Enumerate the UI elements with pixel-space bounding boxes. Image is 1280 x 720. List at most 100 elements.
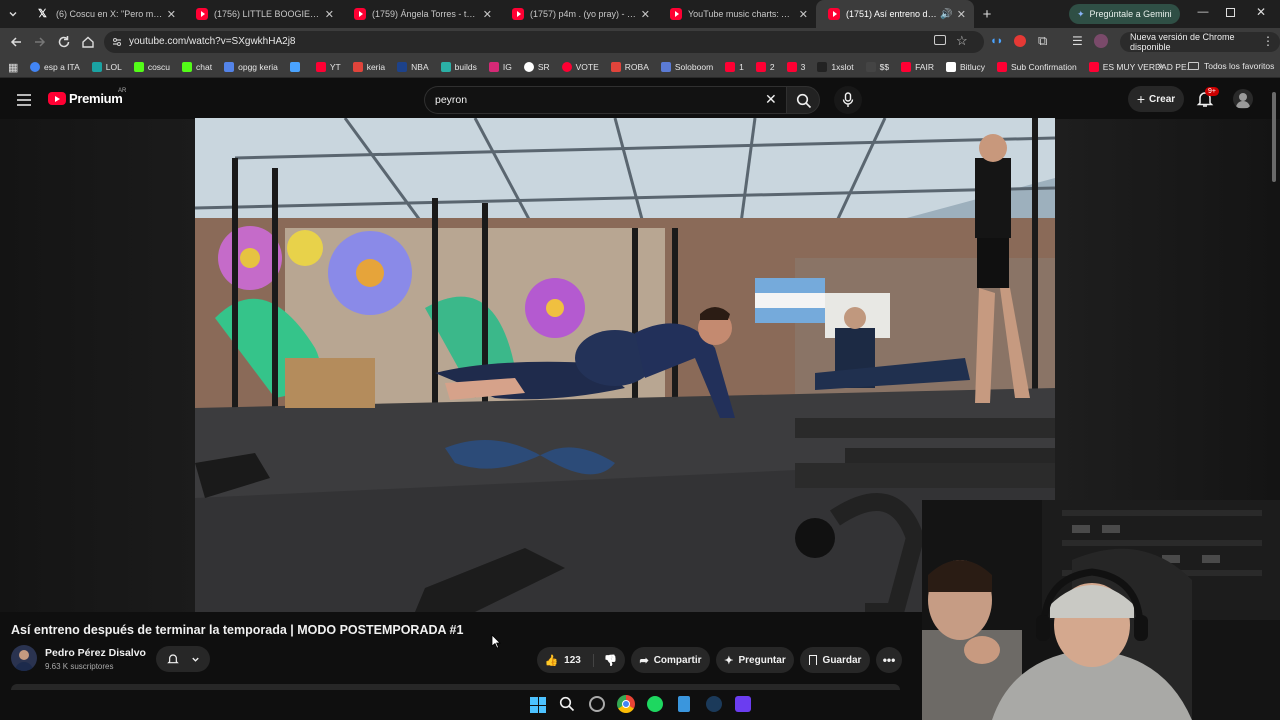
menu-button[interactable] [17, 93, 31, 106]
tab-search-button[interactable] [0, 0, 26, 28]
address-bar[interactable]: youtube.com/watch?v=SXgwkhHA2j8 ☆ [104, 31, 984, 53]
hamburger-icon [17, 94, 31, 106]
url-text[interactable]: youtube.com/watch?v=SXgwkhHA2j8 [129, 36, 295, 47]
close-icon[interactable]: ✕ [641, 8, 650, 21]
close-icon[interactable]: ✕ [325, 8, 334, 21]
app-grid-icon[interactable] [735, 696, 751, 712]
bookmark-item[interactable]: ES MUY VERDAD PE... [1088, 61, 1194, 72]
extension-icon[interactable]: ◖◗ [990, 35, 1003, 47]
bookmark-item[interactable]: Soloboom [660, 61, 713, 72]
new-tab-button[interactable]: + [974, 0, 1000, 28]
reload-button[interactable] [56, 34, 72, 50]
notepad-icon[interactable] [678, 696, 690, 712]
bookmark-item[interactable]: opgg keria [224, 61, 278, 72]
microphone-icon [842, 92, 854, 107]
account-avatar[interactable] [1233, 89, 1253, 109]
bookmark-item[interactable]: ROBA [610, 61, 649, 72]
site-info-icon[interactable] [111, 36, 123, 48]
youtube-icon [354, 8, 366, 20]
forward-button[interactable] [32, 34, 48, 50]
page-scrollbar[interactable] [1271, 84, 1277, 184]
browser-tab[interactable]: 𝕏 (6) Coscu en X: "Pero me quería ✕ [26, 0, 184, 28]
bookmark-label: FAIR [915, 61, 934, 72]
more-bookmarks-icon[interactable]: » [1157, 60, 1163, 72]
bookmark-item[interactable]: 3 [786, 61, 806, 72]
bookmark-item[interactable]: 1 [725, 61, 744, 72]
bookmark-item[interactable]: 1xslot [817, 61, 854, 72]
close-icon[interactable]: ✕ [799, 8, 808, 21]
app-icon[interactable] [589, 696, 605, 712]
steam-icon[interactable] [706, 696, 722, 712]
youtube-logo[interactable]: Premium AR [48, 88, 126, 106]
apps-grid-icon[interactable]: ▦ [8, 61, 18, 74]
bookmark-item[interactable]: esp a ITA [30, 61, 80, 72]
browser-tab[interactable]: (1756) LITTLE BOOGIE & POST ✕ [184, 0, 342, 28]
bookmark-item[interactable]: 2 [755, 61, 775, 72]
bookmark-item[interactable]: VOTE [561, 61, 599, 72]
bookmark-item[interactable]: FAIR [901, 61, 934, 72]
channel-name[interactable]: Pedro Pérez Disalvo [45, 647, 146, 659]
home-icon [82, 36, 94, 48]
back-button[interactable] [8, 34, 24, 50]
channel-avatar[interactable] [11, 645, 37, 671]
star-icon[interactable]: ☆ [956, 33, 968, 49]
bookmark-item[interactable]: NBA [397, 61, 429, 72]
clear-search-icon[interactable]: ✕ [765, 91, 777, 108]
bookmark-item[interactable]: IG [488, 61, 512, 72]
restore-button[interactable] [1226, 8, 1235, 17]
subscribed-button[interactable] [156, 646, 210, 672]
share-button[interactable]: ➦ Compartir [631, 647, 710, 673]
more-actions-button[interactable]: ••• [876, 647, 902, 673]
bookmark-item[interactable]: chat [182, 61, 212, 72]
profile-avatar[interactable] [1094, 34, 1108, 48]
spotify-icon[interactable] [647, 696, 663, 712]
browser-tab[interactable]: (1759) Ángela Torres - torpe (O ✕ [342, 0, 500, 28]
bookmark-item[interactable]: builds [440, 61, 477, 72]
close-window-button[interactable]: ✕ [1256, 5, 1266, 19]
close-icon[interactable]: ✕ [167, 8, 176, 21]
bookmark-item[interactable]: keria [352, 61, 385, 72]
save-button[interactable]: Guardar [800, 647, 870, 673]
browser-tab[interactable]: (1757) p4m . (yo pray) - YouTub ✕ [500, 0, 658, 28]
scrollbar-thumb[interactable] [1272, 92, 1276, 182]
browser-tab-active[interactable]: (1751) Así entreno despué 🔊 ✕ [816, 0, 974, 28]
speaker-icon[interactable]: 🔊 [940, 9, 952, 20]
extension-icon[interactable] [1014, 35, 1026, 47]
gemini-button[interactable]: ✦ Pregúntale a Gemini [1069, 4, 1180, 24]
chrome-update-button[interactable]: Nueva versión de Chrome disponible [1120, 32, 1280, 52]
bookmark-item[interactable]: LOL [91, 61, 122, 72]
browser-tab[interactable]: YouTube music charts: Argentin ✕ [658, 0, 816, 28]
notifications-button[interactable]: 9+ [1196, 87, 1219, 110]
bookmark-item[interactable]: Sub Confirmation [997, 61, 1077, 72]
bookmark-item[interactable] [289, 61, 304, 72]
voice-search-button[interactable] [834, 86, 862, 114]
bookmark-item[interactable]: coscu [133, 61, 170, 72]
ask-button[interactable]: ✦ Preguntar [716, 647, 794, 673]
search-input[interactable]: peyron ✕ [424, 86, 786, 114]
dislike-button[interactable]: 👎 [594, 654, 618, 667]
puzzle-icon[interactable]: ⧉ [1038, 33, 1047, 49]
install-app-icon[interactable] [934, 35, 946, 45]
chrome-icon[interactable] [617, 695, 635, 713]
bookmark-item[interactable]: Bitlucy [945, 61, 985, 72]
bookmark-item[interactable]: YT [315, 61, 341, 72]
media-controls-icon[interactable]: ☰ [1072, 34, 1083, 48]
search-query[interactable]: peyron [435, 94, 467, 106]
description-box[interactable] [11, 684, 900, 690]
menu-dots-icon[interactable]: ⋮ [1262, 34, 1274, 48]
bookmark-favicon [786, 61, 797, 72]
bookmark-item[interactable]: $$ [865, 61, 889, 72]
gemini-label: Pregúntale a Gemini [1089, 9, 1172, 19]
create-button[interactable]: + Crear [1128, 86, 1184, 112]
all-bookmarks-button[interactable]: Todos los favoritos [1188, 61, 1274, 71]
windows-start-icon[interactable] [530, 697, 546, 713]
minimize-button[interactable]: — [1196, 6, 1210, 20]
bookmark-label: 3 [800, 61, 806, 72]
bookmark-item[interactable]: SR [523, 61, 550, 72]
home-button[interactable] [80, 34, 96, 50]
close-icon[interactable]: ✕ [483, 8, 492, 21]
search-icon[interactable] [559, 696, 575, 712]
like-button[interactable]: 👍 123 [544, 653, 594, 667]
close-icon[interactable]: ✕ [957, 8, 966, 21]
search-button[interactable] [786, 86, 820, 114]
